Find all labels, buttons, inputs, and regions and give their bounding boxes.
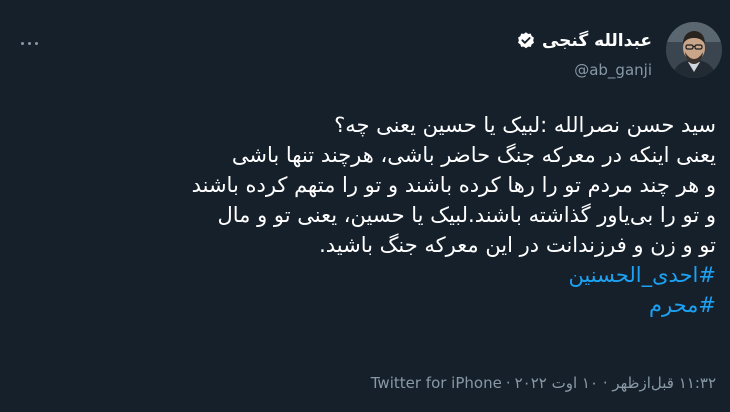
user-handle[interactable]: @ab_ganji xyxy=(574,60,652,80)
display-name[interactable]: عبدالله گنجی xyxy=(542,30,652,52)
tweet-meta: ۱۱:۳۲ قبل‌ازظهر · ۱۰ اوت ۲۰۲۲ · Twitter … xyxy=(371,373,716,393)
more-dot xyxy=(27,41,31,45)
hashtag-link[interactable]: #محرم xyxy=(16,290,716,320)
avatar[interactable] xyxy=(666,22,722,78)
tweet-line: و هر چند مردم تو را رها کرده باشند و تو … xyxy=(191,173,716,197)
tweet-line: سید حسن نصرالله :لبیک یا حسین یعنی چه؟ xyxy=(334,113,716,137)
tweet-source[interactable]: Twitter for iPhone xyxy=(371,373,502,393)
more-dot xyxy=(20,41,24,45)
hashtag-link[interactable]: #احدی_الحسنین xyxy=(16,260,716,290)
tweet-line: یعنی اینکه در معرکه جنگ حاضر باشی، هرچند… xyxy=(231,143,716,167)
tweet-line: تو و زن و فرزندانت در این معرکه جنگ باشی… xyxy=(319,233,716,257)
tweet-text: سید حسن نصرالله :لبیک یا حسین یعنی چه؟ ی… xyxy=(16,110,716,320)
tweet-timestamp[interactable]: ۱۱:۳۲ قبل‌ازظهر · ۱۰ اوت ۲۰۲۲ xyxy=(515,373,716,393)
author-name-row[interactable]: عبدالله گنجی xyxy=(516,30,652,52)
verified-badge-icon xyxy=(518,32,534,49)
tweet-card: عبدالله گنجی @ab_ganji سید حسن نصرالله :… xyxy=(0,0,730,412)
more-options-button[interactable] xyxy=(14,34,44,52)
meta-separator: · xyxy=(505,374,511,392)
more-dot xyxy=(34,41,38,45)
avatar-photo-icon xyxy=(666,22,722,78)
tweet-line: و تو را بی‌یاور گذاشته باشند.لبیک یا حسی… xyxy=(217,203,716,227)
